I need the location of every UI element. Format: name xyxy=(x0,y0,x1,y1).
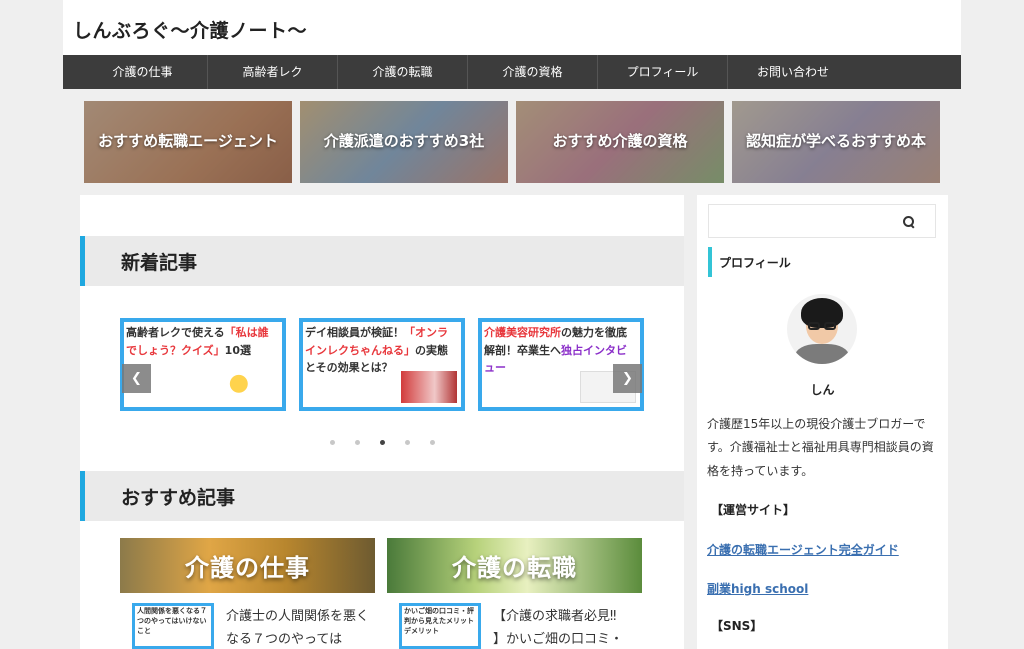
carousel-dots xyxy=(330,440,435,445)
recommended-title: 介護士の人間関係を悪くなる７つのやっては xyxy=(226,609,370,647)
recommended-title: 【介護の求職者必見‼ 】かいご畑の口コミ・ xyxy=(493,609,624,647)
search-box xyxy=(708,204,936,238)
site-header: しんぶろぐ〜介護ノート〜 xyxy=(63,0,961,55)
banner-dispatch-companies[interactable]: 介護派遣のおすすめ3社 xyxy=(300,101,508,183)
recommended-thumbnail: かいご畑の口コミ・評判から見えたメリットデメリット xyxy=(399,603,481,649)
carousel-prev-icon[interactable]: ❮ xyxy=(122,364,151,393)
card-thumbnail xyxy=(222,371,278,403)
nav-item-care-job[interactable]: 介護の仕事 xyxy=(78,55,208,89)
sidebar: プロフィール しん 介護歴15年以上の現役介護士ブロガーです。介護福祉士と福祉用… xyxy=(697,195,948,649)
banner-recommended-agent[interactable]: おすすめ転職エージェント xyxy=(84,101,292,183)
feature-banners: おすすめ転職エージェント 介護派遣のおすすめ3社 おすすめ介護の資格 認知症が学… xyxy=(84,101,940,183)
recommended-thumbnail: 人間関係を悪くなる７つのやってはいけないこと xyxy=(132,603,214,649)
avatar xyxy=(787,294,857,364)
carousel-dot[interactable] xyxy=(430,440,435,445)
card-thumbnail xyxy=(401,371,457,403)
banner-label: 認知症が学べるおすすめ本 xyxy=(745,132,926,151)
carousel-card[interactable]: デイ相談員が検証！「オンラインレクちゃんねる」の実態とその効果とは？ xyxy=(299,318,465,411)
banner-qualifications[interactable]: おすすめ介護の資格 xyxy=(516,101,724,183)
banner-label: 介護派遣のおすすめ3社 xyxy=(323,132,485,151)
recommended-category-image: 介護の転職 xyxy=(387,538,642,593)
sites-label: 【運営サイト】 xyxy=(711,503,796,517)
banner-dementia-books[interactable]: 認知症が学べるおすすめ本 xyxy=(732,101,940,183)
nav-item-profile[interactable]: プロフィール xyxy=(598,55,728,89)
profile-heading-text: プロフィール xyxy=(719,256,791,270)
section-heading-text: おすすめ記事 xyxy=(121,487,236,509)
link-career-agent-guide[interactable]: 介護の転職エージェント完全ガイド xyxy=(707,541,899,558)
search-input[interactable] xyxy=(709,205,899,237)
section-heading-new: 新着記事 xyxy=(80,236,684,286)
profile-heading: プロフィール xyxy=(708,247,938,277)
carousel-dot[interactable] xyxy=(405,440,410,445)
carousel-card-title: デイ相談員が検証！「オンラインレクちゃんねる」の実態とその効果とは？ xyxy=(305,326,448,375)
carousel-next-icon[interactable]: ❯ xyxy=(613,364,642,393)
section-heading-text: 新着記事 xyxy=(121,252,198,274)
banner-label: おすすめ介護の資格 xyxy=(552,132,688,151)
nav-item-senior-recreation[interactable]: 高齢者レク xyxy=(208,55,338,89)
link-side-job-school[interactable]: 副業high school xyxy=(707,580,808,597)
carousel-dot[interactable] xyxy=(355,440,360,445)
section-heading-recommended: おすすめ記事 xyxy=(80,471,684,521)
profile-bio: 介護歴15年以上の現役介護士ブロガーです。介護福祉士と福祉用具専門相談員の資格を… xyxy=(707,417,934,478)
nav-item-care-qualification[interactable]: 介護の資格 xyxy=(468,55,598,89)
recommended-card-care-job[interactable]: 介護の仕事 人間関係を悪くなる７つのやってはいけないこと 介護士の人間関係を悪く… xyxy=(120,538,375,649)
new-articles-carousel: 高齢者レクで使える「私は誰でしょう？クイズ」10選 デイ相談員が検証！「オンライ… xyxy=(120,318,644,411)
search-icon[interactable] xyxy=(903,216,914,227)
nav-item-contact[interactable]: お問い合わせ xyxy=(728,55,858,89)
banner-label: おすすめ転職エージェント xyxy=(98,132,278,151)
main-content: 新着記事 高齢者レクで使える「私は誰でしょう？クイズ」10選 デイ相談員が検証！… xyxy=(80,195,684,649)
profile-name: しん xyxy=(810,383,835,397)
nav-item-care-career-change[interactable]: 介護の転職 xyxy=(338,55,468,89)
carousel-dot[interactable] xyxy=(330,440,335,445)
recommended-card-career-change[interactable]: 介護の転職 かいご畑の口コミ・評判から見えたメリットデメリット 【介護の求職者必… xyxy=(387,538,642,649)
global-nav: 介護の仕事 高齢者レク 介護の転職 介護の資格 プロフィール お問い合わせ xyxy=(63,55,961,89)
carousel-dot-active[interactable] xyxy=(380,440,385,445)
site-title[interactable]: しんぶろぐ〜介護ノート〜 xyxy=(73,16,307,43)
carousel-card-title: 高齢者レクで使える「私は誰でしょう？クイズ」10選 xyxy=(126,326,269,357)
sns-label: 【SNS】 xyxy=(711,619,763,633)
recommended-category-image: 介護の仕事 xyxy=(120,538,375,593)
